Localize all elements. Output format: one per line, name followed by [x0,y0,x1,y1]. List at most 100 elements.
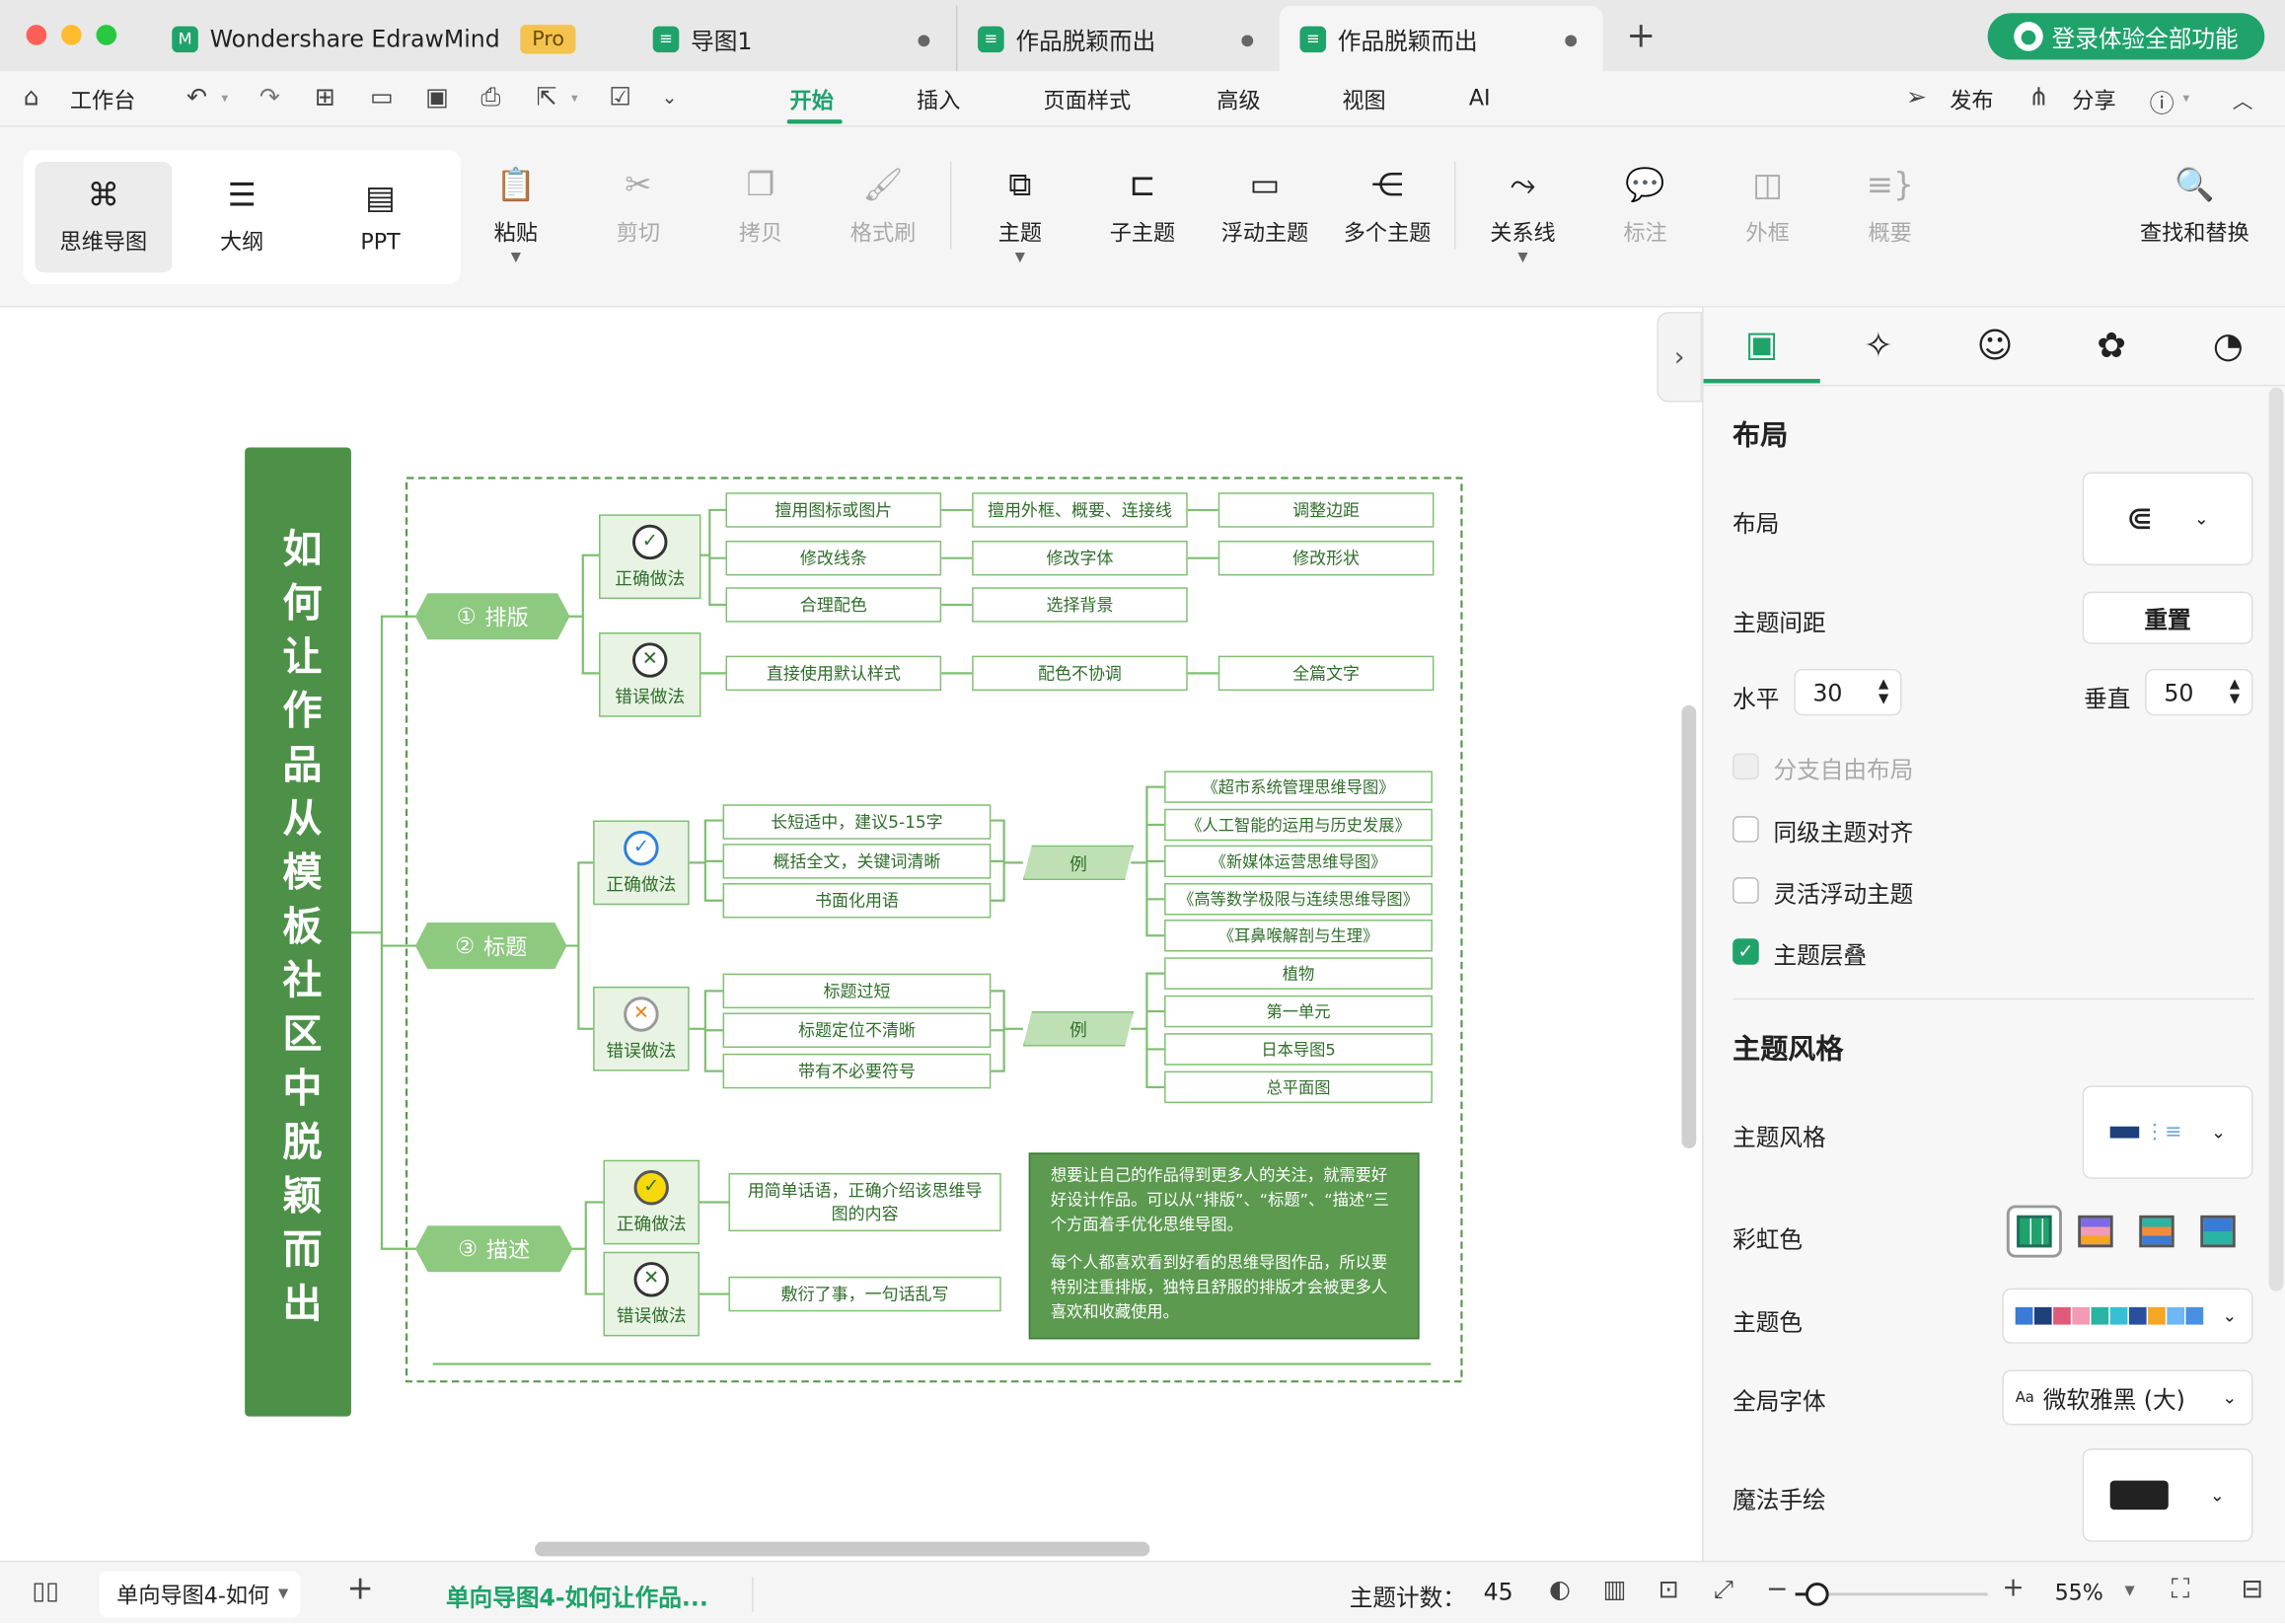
free-layout-checkbox[interactable] [1732,753,1759,780]
present-mode-icon[interactable]: ⛶ [2172,1574,2190,1604]
leaf-node[interactable]: 直接使用默认样式 [725,655,942,692]
leaf-node[interactable]: 全篇文字 [1217,655,1435,692]
branch-layout[interactable]: ① 排版 [414,593,570,640]
collapse-ribbon-icon[interactable]: ︿ [2233,86,2253,115]
align-same-level-checkbox[interactable] [1732,816,1759,843]
ai-sparkle-tab-icon[interactable]: ✧ [1820,308,1937,384]
summary-button[interactable]: ≡} 概要 [1832,168,1949,248]
global-font-select[interactable]: Aa 微软雅黑 (大) ⌄ [2002,1369,2253,1426]
correct-method-node[interactable]: ✓ 正确做法 [593,820,690,906]
reset-button[interactable]: 重置 [2082,591,2253,644]
style-preview-lines-icon: ⋮≡ [2144,1120,2182,1144]
publish-button[interactable]: 发布 [1950,85,1993,115]
leaf-node[interactable]: 修改形状 [1217,540,1435,576]
publish-icon[interactable]: ➢ [1906,83,1927,112]
vertical-scrollbar[interactable] [1681,704,1697,1148]
style-preview-icon [2109,1126,2139,1139]
theme-tab-icon[interactable]: ✿ [2053,308,2170,384]
example-leaf[interactable]: 《新媒体运营思维导图》 [1164,845,1433,878]
panel-toggle-icon[interactable]: ⊟ [2242,1574,2263,1604]
sidebar-toggle-icon[interactable]: ▯▯ [32,1577,59,1606]
example-leaf[interactable]: 日本导图5 [1164,1033,1433,1066]
zoom-slider-handle[interactable] [1806,1583,1829,1606]
correct-method-node[interactable]: ✓ 正确做法 [599,514,701,600]
zoom-dropdown-icon[interactable]: ▼ [2124,1584,2134,1598]
history-tab-icon[interactable]: ◔ [2170,308,2285,384]
vertical-spacing-input[interactable]: 50 ▲ ▼ [2145,668,2253,716]
leaf-node[interactable]: 修改字体 [972,540,1188,576]
layout-select[interactable]: ⋐ ⌄ [2082,472,2253,566]
share-button[interactable]: 分享 [2072,85,2115,115]
theme-color-label: 主题色 [1732,1308,1804,1337]
example-leaf[interactable]: 《人工智能的运用与历史发展》 [1164,808,1433,842]
rainbow-option-3[interactable] [2129,1205,2184,1257]
wrong-method-node[interactable]: ✕ 错误做法 [603,1251,700,1337]
sheet-tab[interactable]: 单向导图4-如何 ▼ [99,1571,301,1618]
example-node[interactable]: 例 [1022,845,1135,881]
boundary-button[interactable]: ◫ 外框 [1710,168,1826,248]
expand-panel-chevron-icon[interactable]: › [1657,312,1703,403]
leaf-node[interactable]: 选择背景 [972,587,1188,623]
leaf-node[interactable]: 概括全文，关键词清晰 [722,844,992,879]
leaf-node[interactable]: 修改线条 [725,540,942,576]
leaf-node[interactable]: 标题定位不清晰 [722,1012,992,1048]
example-leaf[interactable]: 《高等数学极限与连续思维导图》 [1164,883,1433,916]
example-node[interactable]: 例 [1022,1011,1135,1047]
leaf-node[interactable]: 调整边距 [1217,492,1435,528]
panel-scrollbar[interactable] [2268,387,2284,1292]
leaf-node[interactable]: 擅用图标或图片 [725,492,942,528]
example-leaf[interactable]: 植物 [1164,957,1433,990]
topic-overlap-checkbox[interactable]: ✓ [1732,938,1759,965]
help-icon[interactable]: ⓘ [2150,83,2174,120]
flexible-float-checkbox[interactable] [1732,877,1759,904]
active-sheet-name[interactable]: 单向导图4-如何让作品... [446,1579,708,1613]
central-topic[interactable]: 如何让作品从模板社区中脱颖而出 [245,447,351,1417]
login-button[interactable]: ● 登录体验全部功能 [1987,13,2265,60]
branch-description[interactable]: ③ 描述 [414,1225,573,1273]
book-icon[interactable]: ▥ [1603,1576,1627,1605]
help-dropdown-icon[interactable]: ▾ [2183,92,2190,107]
add-sheet-plus-icon[interactable]: + [347,1571,374,1607]
theme-style-select[interactable]: ⋮≡ ⌄ [2082,1085,2253,1179]
leaf-node[interactable]: 敷衍了事，一句话乱写 [728,1276,1001,1312]
find-replace-button[interactable]: 🔍 查找和替换 [2122,168,2268,248]
leaf-node[interactable]: 书面化用语 [722,883,992,919]
share-icon[interactable]: ⋔ [2028,83,2049,112]
fullscreen-icon[interactable]: ⤢ [1714,1576,1733,1605]
node-label: 错误做法 [616,1304,687,1326]
wrong-method-node[interactable]: ✕ 错误做法 [593,986,690,1071]
layout-tab-icon[interactable]: ▣ [1703,308,1820,384]
horizontal-spacing-input[interactable]: 30 ▲ ▼ [1794,668,1902,716]
leaf-node[interactable]: 用简单话语，正确介绍该思维导图的内容 [728,1172,1001,1232]
zoom-out-icon[interactable]: − [1766,1574,1788,1604]
correct-method-node[interactable]: ✓ 正确做法 [603,1159,700,1245]
leaf-node[interactable]: 合理配色 [725,587,942,623]
theme-toggle-icon[interactable]: ◐ [1549,1576,1571,1605]
example-leaf[interactable]: 《超市系统管理思维导图》 [1164,771,1433,803]
status-bar: ▯▯ 单向导图4-如何 ▼ + 单向导图4-如何让作品... 主题计数： 45 … [0,1560,2285,1624]
stepper-icon[interactable]: ▲ ▼ [2230,678,2240,707]
central-topic-text: 如何让作品从模板社区中脱颖而出 [275,527,321,1337]
fit-page-icon[interactable]: ⊡ [1658,1576,1679,1605]
rainbow-option-4[interactable] [2190,1205,2246,1257]
zoom-level[interactable]: 55% [2055,1580,2103,1606]
theme-color-select[interactable]: ⌄ [2002,1288,2253,1344]
example-leaf[interactable]: 总平面图 [1164,1070,1433,1104]
leaf-node[interactable]: 长短适中，建议5-15字 [722,804,992,840]
hand-drawn-select[interactable]: ⌄ [2082,1448,2253,1542]
example-leaf[interactable]: 《耳鼻喉解剖与生理》 [1164,919,1433,952]
zoom-in-icon[interactable]: + [2002,1573,2024,1603]
icon-tab-icon[interactable]: ☺ [1937,308,2053,384]
node-label: 正确做法 [615,567,686,588]
stepper-icon[interactable]: ▲ ▼ [1879,678,1888,707]
leaf-node[interactable]: 配色不协调 [972,655,1188,692]
wrong-method-node[interactable]: ✕ 错误做法 [599,632,701,717]
example-leaf[interactable]: 第一单元 [1164,995,1433,1028]
leaf-node[interactable]: 带有不必要符号 [722,1053,992,1089]
floating-note[interactable]: 想要让自己的作品得到更多人的关注，就需要好好设计作品。可以从“排版”、“标题”、… [1028,1152,1420,1340]
rainbow-option-2[interactable] [2068,1205,2123,1257]
leaf-node[interactable]: 标题过短 [722,973,992,1009]
rainbow-option-1[interactable] [2006,1205,2062,1258]
branch-title[interactable]: ② 标题 [414,922,567,970]
leaf-node[interactable]: 擅用外框、概要、连接线 [972,492,1188,528]
